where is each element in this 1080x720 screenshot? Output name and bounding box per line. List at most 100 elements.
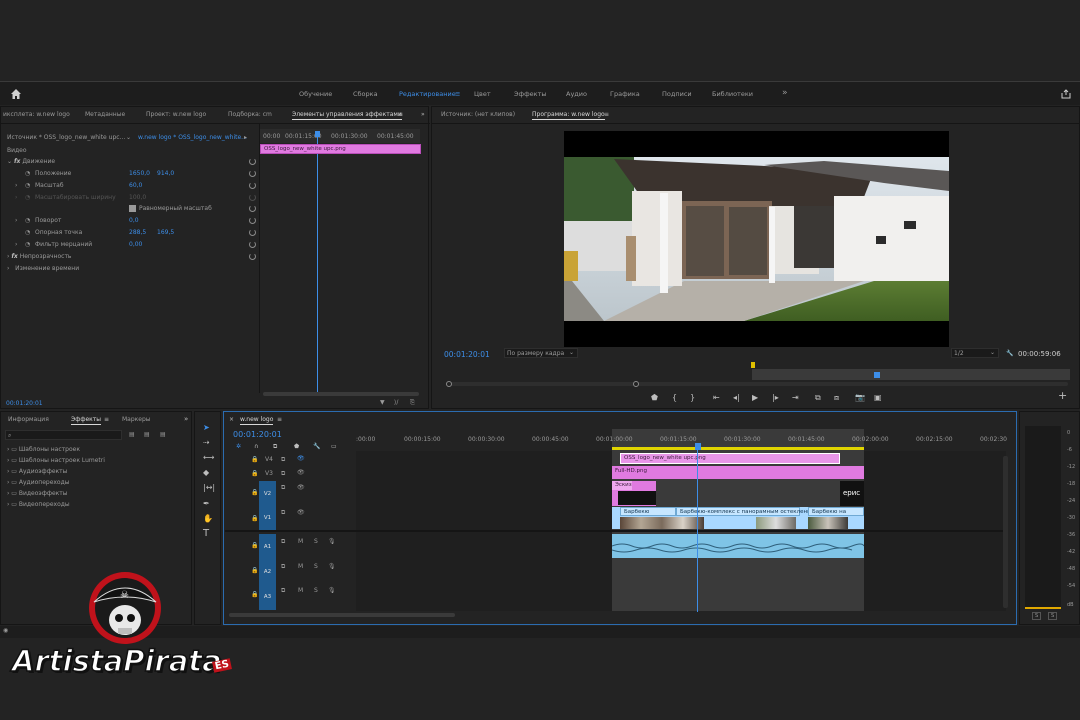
tab-program-monitor[interactable]: Программа: w.new logo [532, 111, 605, 120]
fit-dropdown[interactable]: По размеру кадра ⌄ [504, 348, 578, 358]
expand-icon[interactable]: › [15, 217, 17, 224]
ec-timecode[interactable]: 00:01:20:01 [6, 400, 43, 407]
tab-sequence[interactable]: w.new logo [240, 416, 274, 425]
razor-icon[interactable]: ◆ [203, 469, 209, 477]
hand-icon[interactable]: ✋ [203, 515, 213, 523]
eye-icon[interactable]: 👁 [297, 469, 305, 476]
stopwatch-icon[interactable]: ◔ [25, 182, 30, 189]
tab-audio-mixer[interactable]: иксплета: w.new logo [3, 111, 70, 118]
mute-button[interactable]: M [298, 538, 303, 545]
workspace-captions[interactable]: Подписи [662, 90, 692, 98]
sync-lock-icon[interactable]: ⧉ [281, 456, 285, 464]
mark-out-icon[interactable]: } [690, 394, 695, 402]
sync-lock-icon[interactable]: ⧉ [281, 538, 285, 546]
mic-icon[interactable]: 🎙 [328, 563, 336, 570]
stopwatch-icon[interactable]: ◔ [25, 217, 30, 224]
zoom-scrollbar[interactable] [448, 382, 1068, 386]
clip-a1[interactable] [611, 534, 865, 558]
panel-more-icon[interactable]: » [421, 111, 425, 118]
clip-v4[interactable]: OSS_logo_new_white upc.png [620, 453, 840, 464]
stopwatch-icon[interactable]: ◔ [25, 170, 30, 177]
add-button-icon[interactable]: + [1058, 390, 1067, 401]
snap-icon[interactable]: ✲ [236, 443, 241, 450]
reset-icon[interactable] [249, 241, 256, 248]
ec-play-icon[interactable]: ▸ [244, 134, 247, 141]
horizontal-scrollbar[interactable] [229, 613, 455, 617]
ripple-edit-icon[interactable]: ⟷ [203, 454, 214, 462]
uniform-scale-checkbox[interactable] [129, 205, 136, 212]
nest-icon[interactable]: ⧉ [273, 443, 277, 451]
captions-icon[interactable]: ▭ [331, 443, 337, 450]
marker-icon[interactable]: ⬟ [651, 394, 658, 402]
compare-icon[interactable]: ▣ [874, 394, 882, 402]
solo-button[interactable]: S [314, 538, 318, 545]
reset-icon[interactable] [249, 205, 256, 212]
tab-metadata[interactable]: Метаданные [85, 111, 125, 118]
mute-button[interactable]: M [298, 563, 303, 570]
eye-icon[interactable]: 👁 [297, 509, 305, 516]
close-icon[interactable]: × [229, 416, 234, 423]
tab-source-monitor[interactable]: Источник: (нет клипов) [441, 111, 515, 118]
workspace-graphics[interactable]: Графика [610, 90, 640, 98]
list-item[interactable]: › ▭ Шаблоны настроек [7, 446, 80, 453]
panel-menu-icon[interactable]: ≡ [104, 416, 109, 423]
marker-icon[interactable]: ⬟ [294, 443, 299, 450]
clip-v1c[interactable]: Барбекю на [808, 507, 864, 516]
list-item[interactable]: › ▭ Аудиоэффекты [7, 468, 67, 475]
sync-lock-icon[interactable]: ⧉ [281, 484, 285, 492]
tab-info[interactable]: Информация [8, 416, 49, 423]
wrench-icon[interactable]: 🔧 [1006, 350, 1013, 357]
mic-icon[interactable]: 🎙 [328, 587, 336, 594]
lock-icon[interactable]: 🔒 [251, 591, 258, 598]
workspace-learning[interactable]: Обучение [299, 90, 332, 98]
reset-icon[interactable] [249, 229, 256, 236]
tab-bin[interactable]: Подборка: cm [228, 111, 272, 118]
wrench-icon[interactable]: 🔧 [313, 443, 320, 450]
preset-icon[interactable]: ▤ [144, 431, 150, 438]
tab-effects[interactable]: Эффекты [71, 416, 101, 425]
sync-lock-icon[interactable]: ⧉ [281, 509, 285, 517]
play-icon[interactable]: ▶ [752, 394, 758, 402]
track-target-v2[interactable]: V2 [259, 481, 276, 507]
track-target-a2[interactable]: A2 [259, 560, 276, 584]
resolution-dropdown[interactable]: 1/2 ⌄ [951, 348, 999, 358]
lock-icon[interactable]: 🔒 [251, 542, 258, 549]
preset-icon[interactable]: ▤ [129, 431, 135, 438]
expand-icon[interactable]: › [15, 182, 17, 189]
reset-icon[interactable] [249, 182, 256, 189]
track-select-icon[interactable]: ⇢ [203, 439, 210, 447]
workspace-editing[interactable]: Редактирование [399, 90, 456, 98]
ripple-icon[interactable]: ⟩/ [394, 399, 398, 406]
track-target-a3[interactable]: A3 [259, 584, 276, 610]
overwrite-icon[interactable]: ⧈ [834, 394, 839, 402]
export-icon[interactable]: ⎘ [410, 399, 415, 407]
panel-menu-icon[interactable]: ≡ [277, 416, 282, 423]
list-item[interactable]: › ▭ Аудиопереходы [7, 479, 70, 486]
mute-button[interactable]: M [298, 587, 303, 594]
link-icon[interactable]: ∩ [254, 443, 258, 450]
more-workspaces-icon[interactable]: » [782, 88, 788, 98]
workspace-menu-icon[interactable]: ≡ [455, 90, 460, 98]
workspace-color[interactable]: Цвет [474, 90, 491, 98]
stopwatch-icon[interactable]: ◔ [25, 241, 30, 248]
ec-timeremap-row[interactable]: › Изменение времени [7, 265, 79, 272]
scale-value[interactable]: 60,0 [129, 182, 142, 189]
workspace-effects[interactable]: Эффекты [514, 90, 547, 98]
reset-icon[interactable] [249, 158, 256, 165]
solo-right-button[interactable]: S [1048, 612, 1058, 620]
lock-icon[interactable]: 🔒 [251, 470, 258, 477]
list-item[interactable]: › ▭ Видеопереходы [7, 501, 70, 508]
ec-target-label[interactable]: w.new logo * OSS_logo_new_white... [138, 134, 247, 141]
step-back-icon[interactable]: ◂| [733, 394, 740, 402]
workspace-libraries[interactable]: Библиотеки [712, 90, 753, 98]
ec-motion-row[interactable]: ⌄ fx Движение [7, 158, 55, 165]
panel-menu-icon[interactable]: ≡ [398, 111, 403, 118]
sync-lock-icon[interactable]: ⧉ [281, 563, 285, 571]
lock-icon[interactable]: 🔒 [251, 489, 258, 496]
home-icon[interactable] [10, 88, 22, 100]
ec-scrollbar[interactable] [263, 392, 419, 396]
track-target-v1[interactable]: V1 [259, 507, 276, 530]
preset-icon[interactable]: ▤ [160, 431, 166, 438]
expand-icon[interactable]: › [15, 241, 17, 248]
in-point-marker[interactable] [751, 362, 755, 368]
